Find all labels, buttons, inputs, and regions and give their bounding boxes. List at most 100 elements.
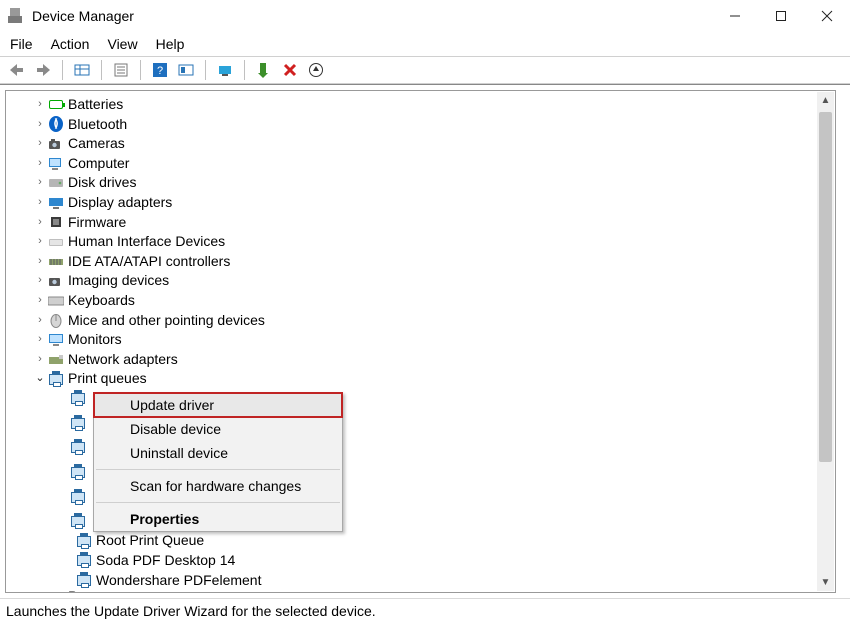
ata-icon <box>48 254 64 270</box>
tree-item-label: Disk drives <box>68 173 136 193</box>
titlebar: Device Manager <box>0 0 850 32</box>
maximize-button[interactable] <box>758 0 804 32</box>
expand-icon[interactable]: › <box>34 173 46 193</box>
context-menu: Update driver Disable device Uninstall d… <box>93 392 343 532</box>
tree-item-batteries[interactable]: › Batteries <box>6 95 835 115</box>
uninstall-device-button[interactable] <box>279 59 301 81</box>
imaging-icon <box>48 273 64 289</box>
back-button[interactable] <box>6 59 28 81</box>
expand-icon[interactable]: › <box>34 115 46 135</box>
expand-icon[interactable]: › <box>34 193 46 213</box>
expand-icon[interactable]: › <box>34 590 46 593</box>
menu-view[interactable]: View <box>107 36 137 52</box>
tree-item-imaging[interactable]: › Imaging devices <box>6 271 835 291</box>
expand-icon[interactable]: › <box>34 134 46 154</box>
tree-item-firmware[interactable]: › Firmware <box>6 213 835 233</box>
device-tree-pane: ▲ ▼ › Batteries › ≬ Bluetooth › Cameras <box>5 90 836 593</box>
tree-item-label: Human Interface Devices <box>68 232 225 252</box>
menu-file[interactable]: File <box>10 36 33 52</box>
help-button[interactable]: ? <box>149 59 171 81</box>
enable-device-button[interactable] <box>253 59 275 81</box>
ctx-divider <box>96 469 340 470</box>
ctx-properties[interactable]: Properties <box>94 507 342 531</box>
printer-icon <box>76 572 92 588</box>
action-props-button[interactable] <box>175 59 197 81</box>
printer-icon <box>70 391 86 407</box>
tree-item-label: Imaging devices <box>68 271 169 291</box>
status-text: Launches the Update Driver Wizard for th… <box>6 603 376 619</box>
tree-item-processors[interactable]: › Processors <box>6 590 835 593</box>
tree-item-root-print-queue[interactable]: Root Print Queue <box>6 531 835 551</box>
tree-item-label: Print queues <box>68 369 147 389</box>
tree-item-hid[interactable]: › Human Interface Devices <box>6 232 835 252</box>
tree-item-computer[interactable]: › Computer <box>6 154 835 174</box>
ctx-disable-device[interactable]: Disable device <box>94 417 342 441</box>
tree-item-monitors[interactable]: › Monitors <box>6 330 835 350</box>
ctx-update-driver[interactable]: Update driver <box>94 393 342 417</box>
status-bar: Launches the Update Driver Wizard for th… <box>0 598 850 623</box>
ctx-item-label: Scan for hardware changes <box>130 478 301 494</box>
tree-item-label: IDE ATA/ATAPI controllers <box>68 252 230 272</box>
mouse-icon <box>48 312 64 328</box>
menu-help[interactable]: Help <box>156 36 185 52</box>
ctx-item-label: Properties <box>130 511 199 527</box>
ctx-item-label: Uninstall device <box>130 445 228 461</box>
expand-icon[interactable]: › <box>34 213 46 233</box>
printer-icon <box>70 415 86 431</box>
tree-item-label: Bluetooth <box>68 115 127 135</box>
tree-item-label: Wondershare PDFelement <box>96 571 261 591</box>
printer-icon <box>70 514 86 530</box>
ctx-item-label: Disable device <box>130 421 221 437</box>
ctx-scan-hardware[interactable]: Scan for hardware changes <box>94 474 342 498</box>
expand-icon[interactable]: › <box>34 311 46 331</box>
expand-icon[interactable]: › <box>34 232 46 252</box>
forward-button[interactable] <box>32 59 54 81</box>
printer-icon <box>76 533 92 549</box>
tree-item-soda-pdf[interactable]: Soda PDF Desktop 14 <box>6 551 835 571</box>
expand-icon[interactable]: › <box>34 252 46 272</box>
expand-icon[interactable]: › <box>34 350 46 370</box>
network-icon <box>48 352 64 368</box>
ctx-uninstall-device[interactable]: Uninstall device <box>94 441 342 465</box>
tree-item-label: Network adapters <box>68 350 178 370</box>
printer-icon <box>70 464 86 480</box>
menubar: File Action View Help <box>0 32 850 56</box>
ctx-item-label: Update driver <box>130 397 214 413</box>
tree-item-keyboards[interactable]: › Keyboards <box>6 291 835 311</box>
cpu-icon <box>48 590 64 593</box>
printer-icon <box>70 489 86 505</box>
properties-button[interactable] <box>110 59 132 81</box>
printer-icon <box>48 371 64 387</box>
tree-item-label: Batteries <box>68 95 123 115</box>
tree-item-wondershare-pdf[interactable]: Wondershare PDFelement <box>6 571 835 591</box>
window-title: Device Manager <box>32 8 134 24</box>
tree-item-ide-ata[interactable]: › IDE ATA/ATAPI controllers <box>6 252 835 272</box>
tree-item-disk-drives[interactable]: › Disk drives <box>6 173 835 193</box>
expand-icon[interactable]: › <box>34 291 46 311</box>
show-hidden-button[interactable] <box>71 59 93 81</box>
tree-item-display-adapters[interactable]: › Display adapters <box>6 193 835 213</box>
update-driver-button[interactable] <box>305 59 327 81</box>
tree-item-network-adapters[interactable]: › Network adapters <box>6 350 835 370</box>
ctx-divider <box>96 502 340 503</box>
hid-icon <box>48 234 64 250</box>
expand-icon[interactable]: › <box>34 330 46 350</box>
tree-item-print-queues[interactable]: ⌄ Print queues <box>6 369 835 389</box>
printer-icon <box>76 553 92 569</box>
close-button[interactable] <box>804 0 850 32</box>
firmware-icon <box>48 214 64 230</box>
menu-action[interactable]: Action <box>51 36 90 52</box>
tree-item-label: Soda PDF Desktop 14 <box>96 551 235 571</box>
collapse-icon[interactable]: ⌄ <box>34 369 46 389</box>
expand-icon[interactable]: › <box>34 154 46 174</box>
toolbar-separator <box>244 60 245 80</box>
content-frame: ▲ ▼ › Batteries › ≬ Bluetooth › Cameras <box>0 84 850 598</box>
minimize-button[interactable] <box>712 0 758 32</box>
tree-item-cameras[interactable]: › Cameras <box>6 134 835 154</box>
tree-item-mice[interactable]: › Mice and other pointing devices <box>6 311 835 331</box>
expand-icon[interactable]: › <box>34 95 46 115</box>
tree-item-bluetooth[interactable]: › ≬ Bluetooth <box>6 115 835 135</box>
expand-icon[interactable]: › <box>34 271 46 291</box>
scan-hardware-button[interactable] <box>214 59 236 81</box>
monitor-icon <box>48 332 64 348</box>
